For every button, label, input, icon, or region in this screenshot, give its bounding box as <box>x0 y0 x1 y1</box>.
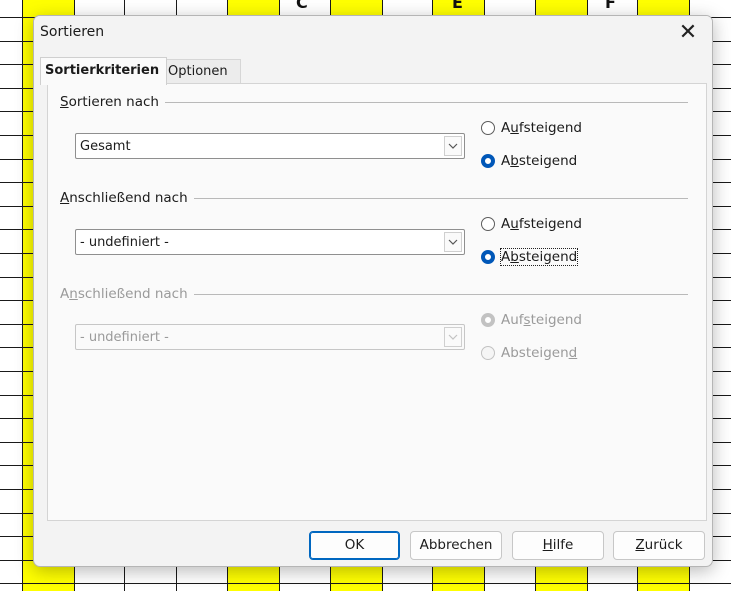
radio-circle[interactable] <box>481 121 495 135</box>
ok-button[interactable]: OK <box>309 531 400 560</box>
section-divider <box>188 198 688 199</box>
chevron-down-icon[interactable] <box>444 327 462 347</box>
reset-button[interactable]: Zurück <box>613 531 705 560</box>
help-button[interactable]: Hilfe <box>512 531 604 560</box>
radio-circle[interactable] <box>481 154 495 168</box>
radio-label: Absteigend <box>499 248 579 266</box>
sort-dialog: Sortieren ✕ Sortierkriterien Optionen So… <box>33 15 713 567</box>
chevron-down-icon[interactable] <box>444 232 462 252</box>
radio-label: Aufsteigend <box>501 312 582 328</box>
section-divider <box>188 294 688 295</box>
section-divider <box>160 102 688 103</box>
sort-key-1-label: Sortieren nach <box>60 94 165 110</box>
chevron-down-icon[interactable] <box>444 136 462 156</box>
close-icon[interactable]: ✕ <box>676 19 700 47</box>
sort-key-3-select[interactable]: - undefiniert - <box>75 324 465 350</box>
radio-circle[interactable] <box>481 346 495 360</box>
radio-circle[interactable] <box>481 217 495 231</box>
sort-key-3-label: Anschließend nach <box>60 286 194 302</box>
radio-circle[interactable] <box>481 313 495 327</box>
sort-key-2-label: Anschließend nach <box>60 190 194 206</box>
radio-label: Aufsteigend <box>501 120 582 136</box>
cancel-button[interactable]: Abbrechen <box>410 531 502 560</box>
radio-label: Absteigend <box>501 153 578 169</box>
dialog-title: Sortieren <box>40 24 105 40</box>
sort-key-2-value: - undefiniert - <box>80 235 169 250</box>
sort-key-1-value: Gesamt <box>80 139 131 154</box>
column-letter: E <box>452 0 463 12</box>
tab-sort-criteria[interactable]: Sortierkriterien <box>40 57 167 85</box>
grid-line <box>0 583 731 584</box>
radio-circle[interactable] <box>481 250 495 264</box>
radio-label: Aufsteigend <box>501 216 582 232</box>
tab-options[interactable]: Optionen <box>163 59 241 83</box>
sort-key-1-select[interactable]: Gesamt <box>75 133 465 159</box>
sort-key-3-value: - undefiniert - <box>80 330 169 345</box>
column-letter: F <box>605 0 616 12</box>
sort-criteria-panel: Sortieren nach Gesamt Aufsteigend Abstei… <box>47 83 707 521</box>
column-letter: C <box>296 0 308 12</box>
sort-key-2-select[interactable]: - undefiniert - <box>75 229 465 255</box>
radio-label: Absteigend <box>501 345 578 361</box>
dialog-titlebar: Sortieren ✕ <box>34 16 712 50</box>
